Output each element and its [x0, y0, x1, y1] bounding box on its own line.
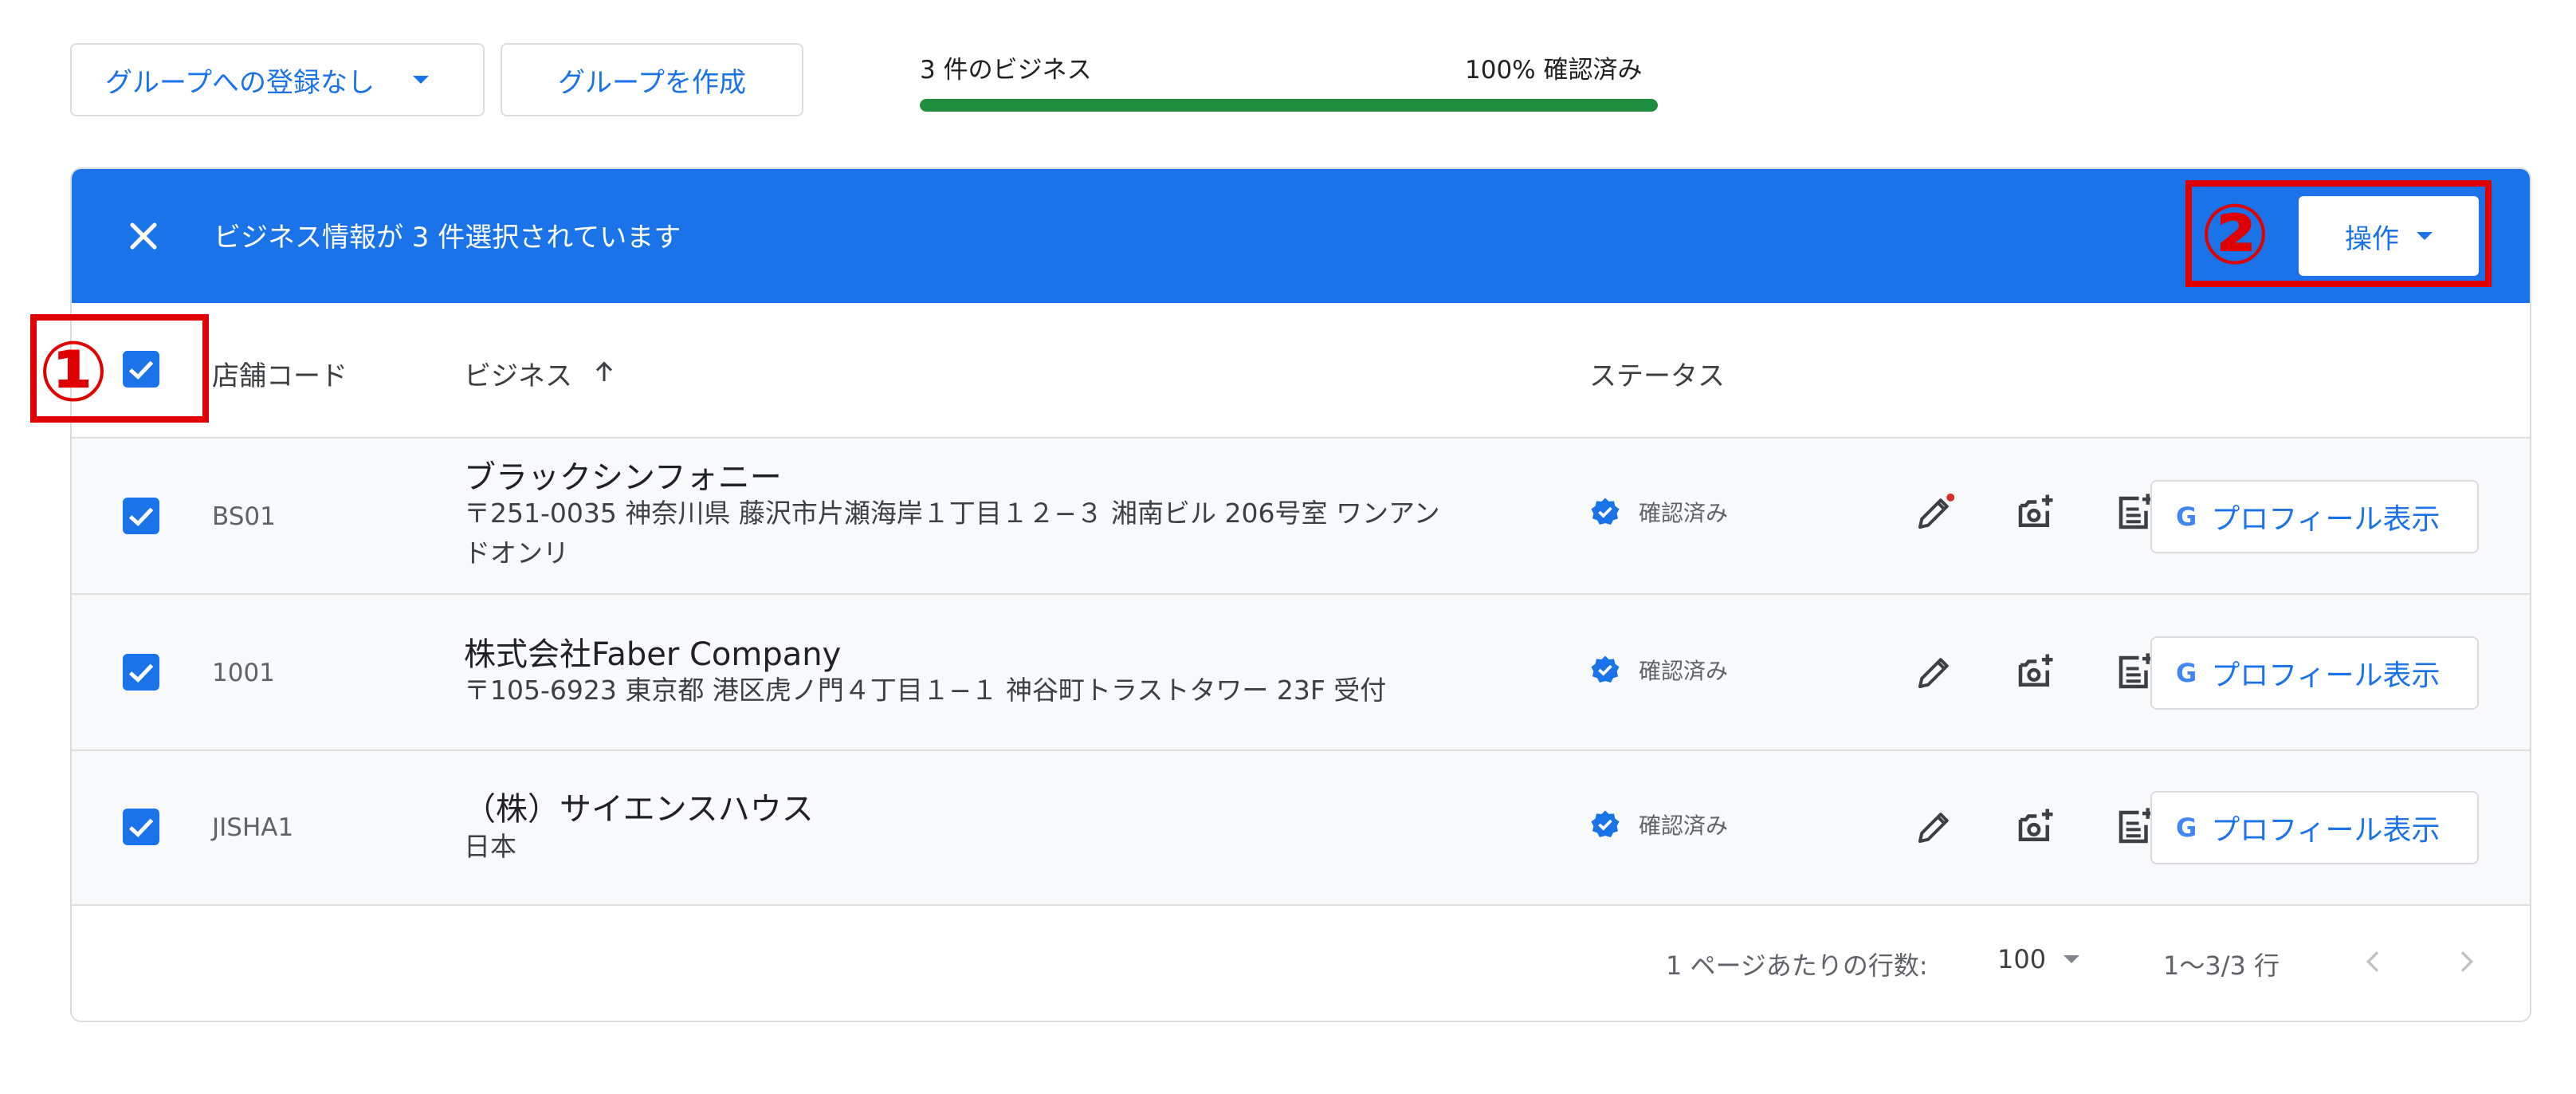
annotation-number-one: ①: [38, 323, 109, 420]
status-text: 確認済み: [1639, 500, 1729, 526]
business-address: 〒251-0035 神奈川県 藤沢市片瀬海岸１丁目１２−３ 湘南ビル 206号室…: [464, 498, 1440, 529]
google-icon: G: [2176, 502, 2197, 532]
store-code: BS01: [212, 502, 276, 531]
rows-per-page-select[interactable]: 100: [1997, 944, 2080, 974]
column-header-status[interactable]: ステータス: [1589, 354, 1725, 393]
table-row[interactable]: BS01 ブラックシンフォニー 〒251-0035 神奈川県 藤沢市片瀬海岸１丁…: [72, 437, 2530, 595]
edit-pencil-icon[interactable]: [1913, 805, 1956, 848]
verification-progress-fill: [920, 99, 1658, 112]
status-badge: 確認済み: [1589, 809, 1728, 840]
verified-icon: [1591, 498, 1620, 525]
pagination-range: 1〜3/3 行: [2163, 950, 2280, 981]
chevron-left-icon[interactable]: [2358, 946, 2389, 978]
row-checkbox[interactable]: [123, 809, 159, 845]
business-name: ブラックシンフォニー: [464, 459, 782, 496]
add-photo-icon[interactable]: [2013, 651, 2056, 694]
google-icon: G: [2176, 813, 2197, 843]
rows-per-page-value: 100: [1997, 944, 2047, 974]
chevron-down-icon: [2064, 955, 2080, 963]
verified-icon: [1591, 810, 1620, 837]
create-group-button[interactable]: グループを作成: [501, 43, 803, 116]
arrow-up-icon: [590, 357, 618, 386]
row-checkbox[interactable]: [123, 498, 159, 534]
close-icon[interactable]: [121, 214, 166, 258]
business-name: （株）サイエンスハウス: [464, 791, 814, 828]
rows-per-page-label: 1 ページあたりの行数:: [1666, 950, 1928, 981]
add-photo-icon[interactable]: [2013, 491, 2056, 534]
status-badge: 確認済み: [1589, 654, 1728, 686]
table-row[interactable]: 1001 株式会社Faber Company 〒105-6923 東京都 港区虎…: [72, 593, 2530, 751]
group-filter-dropdown[interactable]: グループへの登録なし: [70, 43, 485, 116]
verified-percentage: 100% 確認済み: [1465, 56, 1643, 85]
view-profile-button[interactable]: G プロフィール表示: [2150, 480, 2479, 553]
business-address: 日本: [464, 831, 516, 862]
status-text: 確認済み: [1639, 813, 1729, 839]
view-profile-label: プロフィール表示: [2211, 814, 2441, 847]
edit-pencil-icon[interactable]: [1913, 651, 1956, 694]
business-name: 株式会社Faber Company: [464, 636, 842, 673]
add-photo-icon[interactable]: [2013, 805, 2056, 848]
chevron-down-icon: [412, 76, 429, 84]
selection-count-text: ビジネス情報が 3 件選択されています: [214, 222, 681, 254]
view-profile-label: プロフィール表示: [2211, 503, 2441, 536]
edit-pencil-icon[interactable]: [1913, 491, 1956, 534]
store-code: 1001: [212, 659, 275, 687]
status-badge: 確認済み: [1589, 496, 1728, 528]
view-profile-label: プロフィール表示: [2211, 659, 2441, 692]
status-text: 確認済み: [1639, 658, 1729, 684]
column-header-code[interactable]: 店舗コード: [212, 354, 348, 393]
store-code: JISHA1: [212, 813, 294, 842]
business-address: 〒105-6923 東京都 港区虎ノ門４丁目１−１ 神谷町トラストタワー 23F…: [464, 675, 1387, 706]
business-address-continued: ドオンリ: [464, 537, 569, 569]
annotation-number-two: ②: [2200, 186, 2271, 283]
business-table-card: ビジネス情報が 3 件選択されています 操作 店舗コード ビジネス ステータス …: [70, 167, 2531, 1022]
view-profile-button[interactable]: G プロフィール表示: [2150, 636, 2479, 710]
view-profile-button[interactable]: G プロフィール表示: [2150, 791, 2479, 864]
create-group-label: グループを作成: [558, 66, 746, 99]
verified-icon: [1591, 655, 1620, 683]
table-footer: 1 ページあたりの行数: 100 1〜3/3 行: [72, 904, 2530, 1021]
selection-bar: ビジネス情報が 3 件選択されています 操作: [72, 169, 2530, 303]
business-count: 3 件のビジネス: [920, 56, 1092, 85]
group-filter-label: グループへの登録なし: [105, 66, 375, 99]
table-row[interactable]: JISHA1 （株）サイエンスハウス 日本 確認済み G プロフィール表示: [72, 750, 2530, 906]
google-icon: G: [2176, 658, 2197, 688]
chevron-right-icon[interactable]: [2450, 946, 2482, 978]
column-header-business[interactable]: ビジネス: [464, 354, 572, 393]
verification-progress-track: [920, 99, 1658, 112]
row-checkbox[interactable]: [123, 654, 159, 691]
